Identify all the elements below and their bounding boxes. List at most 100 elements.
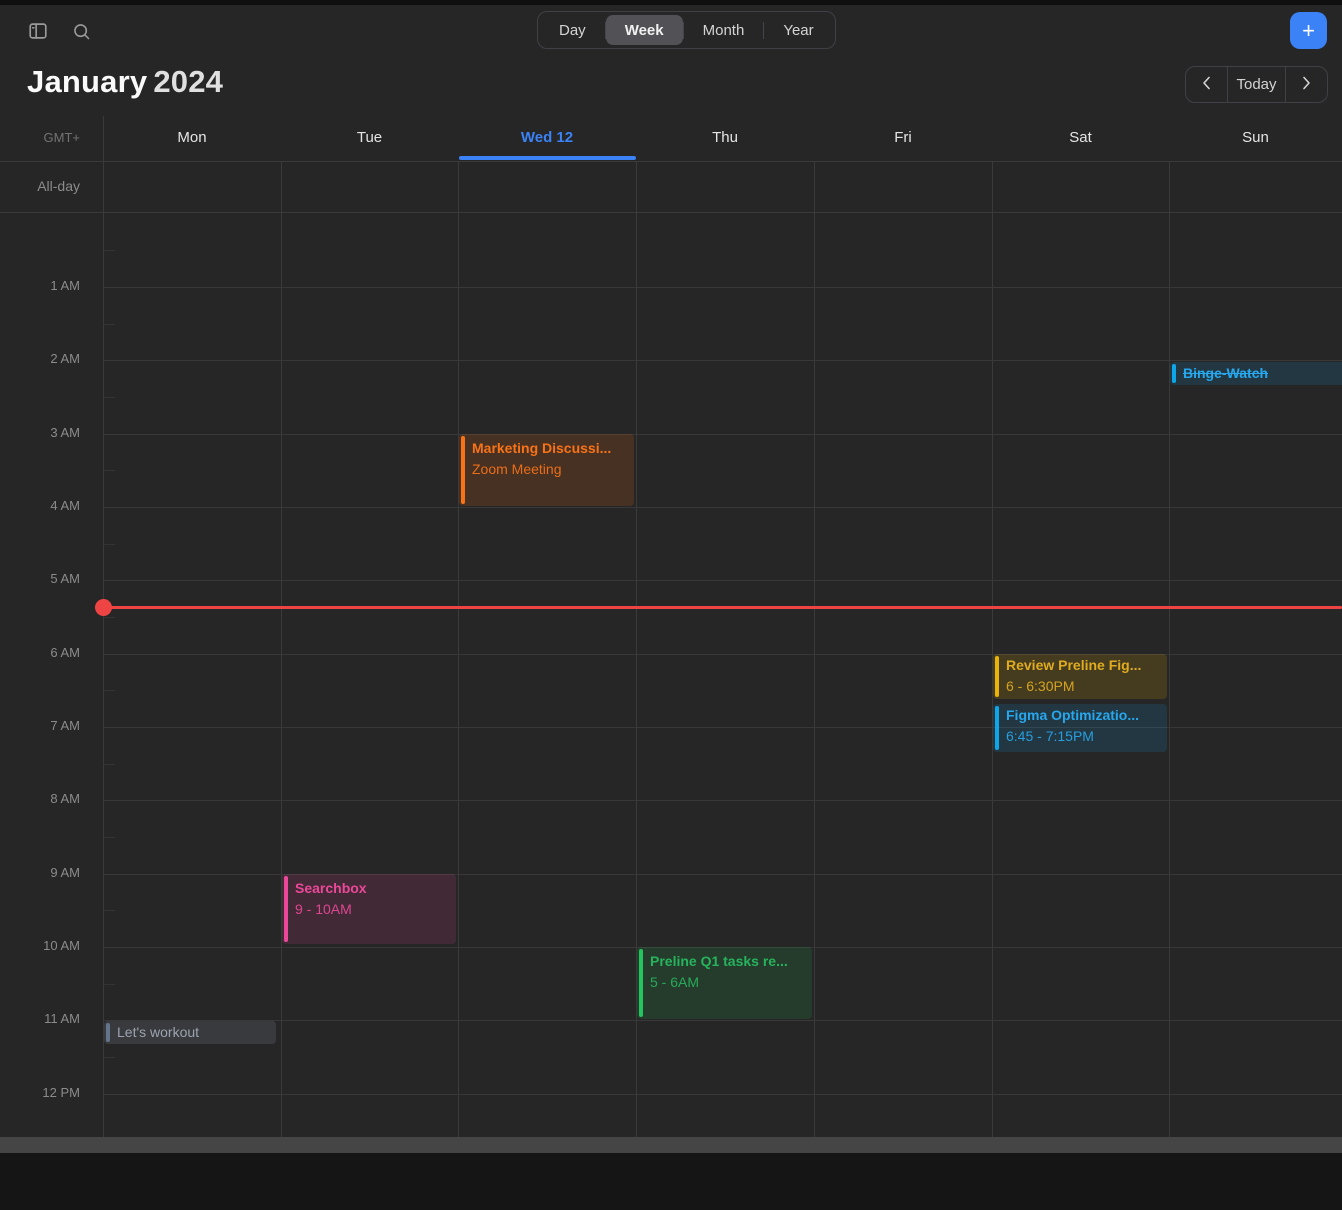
event-title: Binge-Watch	[1183, 362, 1342, 385]
hour-label: 11 AM	[0, 1011, 80, 1029]
grid-line	[103, 1020, 1342, 1021]
page-title: January2024	[27, 64, 223, 100]
event-color-bar	[106, 1023, 110, 1042]
half-hour-tick	[103, 910, 115, 911]
hour-label: 5 AM	[0, 571, 80, 589]
date-navigation: Today	[1185, 66, 1328, 103]
event-review-preline-figma[interactable]: Review Preline Fig... 6 - 6:30PM	[993, 654, 1167, 699]
event-title: Marketing Discussi...	[472, 438, 634, 459]
event-color-bar	[1172, 364, 1176, 383]
event-title: Searchbox	[295, 878, 456, 899]
half-hour-tick	[103, 764, 115, 765]
allday-label: All-day	[0, 161, 80, 212]
view-year-button[interactable]: Year	[764, 15, 832, 45]
hour-label: 12 PM	[0, 1085, 80, 1103]
day-header-sun[interactable]: Sun	[1169, 115, 1342, 160]
hour-label: 2 AM	[0, 351, 80, 369]
event-figma-optimization[interactable]: Figma Optimizatio... 6:45 - 7:15PM	[993, 704, 1167, 752]
day-header-fri[interactable]: Fri	[814, 115, 992, 160]
half-hour-tick	[103, 1057, 115, 1058]
event-color-bar	[995, 656, 999, 697]
view-week-button[interactable]: Week	[606, 15, 683, 45]
grid-line	[458, 161, 459, 1137]
event-preline-q1-tasks[interactable]: Preline Q1 tasks re... 5 - 6AM	[637, 947, 812, 1019]
event-time: 6:45 - 7:15PM	[1006, 726, 1167, 747]
grid-line	[103, 434, 1342, 435]
event-time: 6 - 6:30PM	[1006, 676, 1167, 697]
hour-label: 4 AM	[0, 498, 80, 516]
view-month-button[interactable]: Month	[684, 15, 764, 45]
previous-week-button[interactable]	[1186, 67, 1227, 102]
half-hour-tick	[103, 544, 115, 545]
day-header-tue[interactable]: Tue	[281, 115, 458, 160]
title-year: 2024	[153, 64, 223, 99]
sidebar-toggle-button[interactable]	[27, 20, 49, 42]
event-binge-watch[interactable]: Binge-Watch	[1170, 362, 1342, 385]
next-week-button[interactable]	[1286, 67, 1327, 102]
hour-label: 8 AM	[0, 791, 80, 809]
half-hour-tick	[103, 690, 115, 691]
add-event-button[interactable]: +	[1290, 12, 1327, 49]
event-marketing-discussion[interactable]: Marketing Discussi... Zoom Meeting	[459, 434, 634, 506]
page-bottom-area	[0, 1153, 1342, 1210]
grid-line	[814, 161, 815, 1137]
active-day-underline	[459, 156, 636, 160]
half-hour-tick	[103, 397, 115, 398]
event-time: 9 - 10AM	[295, 899, 456, 920]
event-subtitle: Zoom Meeting	[472, 459, 634, 480]
event-title: Figma Optimizatio...	[1006, 705, 1167, 726]
chevron-left-icon	[1202, 77, 1211, 94]
timezone-label: GMT+	[0, 115, 80, 160]
hour-label: 9 AM	[0, 865, 80, 883]
event-lets-workout[interactable]: Let's workout	[104, 1021, 276, 1044]
event-color-bar	[995, 706, 999, 750]
half-hour-tick	[103, 324, 115, 325]
day-header-sat[interactable]: Sat	[992, 115, 1169, 160]
event-title: Preline Q1 tasks re...	[650, 951, 812, 972]
grid-line	[992, 161, 993, 1137]
search-button[interactable]	[71, 20, 93, 42]
grid-line	[103, 1094, 1342, 1095]
event-title: Review Preline Fig...	[1006, 655, 1167, 676]
grid-line	[281, 161, 282, 1137]
grid-line	[103, 287, 1342, 288]
grid-line	[103, 507, 1342, 508]
event-color-bar	[461, 436, 465, 504]
grid-line	[0, 161, 1342, 162]
grid-line	[103, 360, 1342, 361]
plus-icon: +	[1302, 18, 1315, 43]
event-title: Let's workout	[117, 1021, 276, 1044]
half-hour-tick	[103, 617, 115, 618]
day-header-thu[interactable]: Thu	[636, 115, 814, 160]
grid-line	[1169, 161, 1170, 1137]
horizontal-scrollbar[interactable]	[0, 1137, 1342, 1153]
event-time: 5 - 6AM	[650, 972, 812, 993]
event-searchbox[interactable]: Searchbox 9 - 10AM	[282, 874, 456, 944]
today-button[interactable]: Today	[1227, 67, 1286, 102]
hour-label: 7 AM	[0, 718, 80, 736]
chevron-right-icon	[1302, 77, 1311, 94]
hour-label: 3 AM	[0, 425, 80, 443]
view-day-button[interactable]: Day	[540, 15, 605, 45]
day-header-mon[interactable]: Mon	[103, 115, 281, 160]
hour-label: 10 AM	[0, 938, 80, 956]
panel-left-icon	[27, 20, 49, 42]
hour-label: 6 AM	[0, 645, 80, 663]
half-hour-tick	[103, 837, 115, 838]
half-hour-tick	[103, 250, 115, 251]
current-time-line	[103, 606, 1342, 609]
current-time-dot	[95, 599, 112, 616]
top-strip	[0, 0, 1342, 5]
view-switcher: Day Week Month Year	[537, 11, 836, 49]
half-hour-tick	[103, 984, 115, 985]
grid-line	[103, 800, 1342, 801]
hour-label: 1 AM	[0, 278, 80, 296]
calendar-app: Day Week Month Year + January2024 Today …	[0, 0, 1342, 1210]
half-hour-tick	[103, 470, 115, 471]
grid-line	[103, 580, 1342, 581]
title-month: January	[27, 64, 147, 99]
search-icon	[71, 21, 93, 42]
event-color-bar	[639, 949, 643, 1017]
grid-line	[0, 212, 1342, 213]
day-header-wed[interactable]: Wed 12	[458, 115, 636, 160]
